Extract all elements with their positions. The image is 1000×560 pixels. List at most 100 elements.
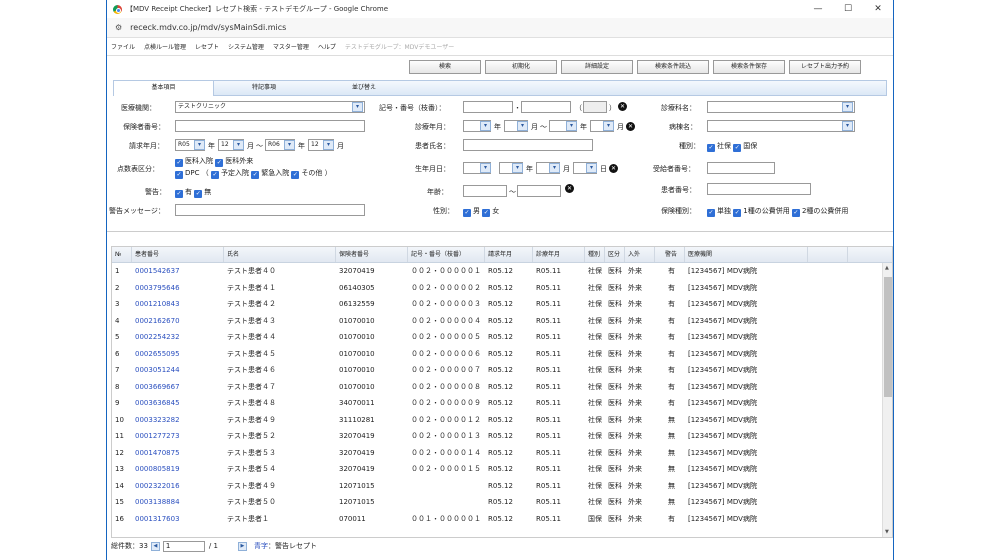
col-header-symbol[interactable]: 記号・番号（枝番） <box>408 247 485 262</box>
col-header-insurer[interactable]: 保険者番号 <box>336 247 408 262</box>
chevron-down-icon[interactable]: ▾ <box>586 163 597 173</box>
menu-help[interactable]: ヘルプ <box>318 42 336 51</box>
close-icon[interactable]: ✕ <box>863 4 893 14</box>
table-row[interactable]: 3 0001210843 テスト患者４２ 06132559 ００２・０００００３ R05.… <box>112 296 892 313</box>
scroll-down-icon[interactable]: ▼ <box>885 529 889 535</box>
table-row[interactable]: 6 0002655095 テスト患者４５ 01070010 ００２・０００００６ R05.… <box>112 346 892 363</box>
menu-file[interactable]: ファイル <box>111 42 135 51</box>
cell-patient-id[interactable]: 0002322016 <box>132 478 224 495</box>
chevron-down-icon[interactable]: ▾ <box>603 121 614 131</box>
maximize-icon[interactable]: ☐ <box>833 4 863 14</box>
detail-settings-button[interactable]: 詳細設定 <box>561 60 633 74</box>
tab-basic[interactable]: 基本項目 <box>114 81 214 96</box>
col-header-patient-id[interactable]: 患者番号 <box>132 247 224 262</box>
vertical-scrollbar[interactable]: ▲ ▼ <box>882 263 892 537</box>
scroll-up-icon[interactable]: ▲ <box>885 265 889 271</box>
chevron-down-icon[interactable]: ▾ <box>842 102 853 112</box>
number-input[interactable] <box>521 101 571 113</box>
check-icon[interactable]: ✓ <box>707 209 715 217</box>
check-icon[interactable]: ✓ <box>291 171 300 179</box>
cell-patient-id[interactable]: 0003138884 <box>132 494 224 511</box>
insurer-input[interactable] <box>175 120 365 132</box>
table-row[interactable]: 11 0001277273 テスト患者５２ 32070419 ００２・００００１３ R05… <box>112 428 892 445</box>
table-row[interactable]: 14 0002322016 テスト患者４９ 12071015 R05.12 R05.11 社… <box>112 478 892 495</box>
chevron-down-icon[interactable]: ▾ <box>842 121 853 131</box>
table-row[interactable]: 13 0000805819 テスト患者５４ 32070419 ００２・００００１５ R05… <box>112 461 892 478</box>
institution-select[interactable]: テストクリニック <box>175 101 365 113</box>
age-from-input[interactable] <box>463 185 507 197</box>
cell-patient-id[interactable]: 0002162670 <box>132 313 224 330</box>
cell-patient-id[interactable]: 0000805819 <box>132 461 224 478</box>
check-icon[interactable]: ✓ <box>707 144 715 152</box>
col-header-no[interactable]: № <box>112 247 132 262</box>
col-header-billing[interactable]: 請求年月 <box>485 247 533 262</box>
check-icon[interactable]: ✓ <box>175 171 183 179</box>
cell-patient-id[interactable]: 0003636845 <box>132 395 224 412</box>
menu-receipt[interactable]: レセプト <box>195 42 219 51</box>
table-row[interactable]: 7 0003051244 テスト患者４６ 01070010 ００２・０００００７ R05.… <box>112 362 892 379</box>
cell-patient-id[interactable]: 0002655095 <box>132 346 224 363</box>
cell-patient-id[interactable]: 0003323282 <box>132 412 224 429</box>
col-header-class[interactable]: 区分 <box>605 247 625 262</box>
scroll-thumb[interactable] <box>884 277 892 397</box>
chevron-down-icon[interactable]: ▾ <box>512 163 523 173</box>
load-conditions-button[interactable]: 検索条件読込 <box>637 60 709 74</box>
check-icon[interactable]: ✓ <box>733 144 742 152</box>
cell-patient-id[interactable]: 0001470875 <box>132 445 224 462</box>
chevron-down-icon[interactable]: ▾ <box>352 102 363 112</box>
chevron-down-icon[interactable]: ▾ <box>566 121 577 131</box>
symbol-input[interactable] <box>463 101 513 113</box>
table-row[interactable]: 12 0001470875 テスト患者５３ 32070419 ００２・００００１４ R05… <box>112 445 892 462</box>
table-row[interactable]: 15 0003138884 テスト患者５０ 12071015 R05.12 R05.11 社… <box>112 494 892 511</box>
chevron-down-icon[interactable]: ▾ <box>194 140 205 150</box>
patient-no-input[interactable] <box>707 183 811 195</box>
cell-patient-id[interactable]: 0001542637 <box>132 263 224 280</box>
chevron-down-icon[interactable]: ▾ <box>284 140 295 150</box>
check-icon[interactable]: ✓ <box>215 159 224 167</box>
minimize-icon[interactable]: — <box>803 4 833 14</box>
check-icon[interactable]: ✓ <box>251 171 260 179</box>
clear-icon[interactable]: ✕ <box>565 184 574 193</box>
chevron-down-icon[interactable]: ▾ <box>323 140 334 150</box>
clear-icon[interactable]: ✕ <box>618 102 627 111</box>
chevron-down-icon[interactable]: ▾ <box>233 140 244 150</box>
chevron-down-icon[interactable]: ▾ <box>517 121 528 131</box>
col-header-type[interactable]: 種別 <box>585 247 605 262</box>
tab-sort[interactable]: 並び替え <box>314 81 414 95</box>
table-row[interactable]: 16 0001317603 テスト患者１ 070011 ００１・０００００１ R05.12… <box>112 511 892 528</box>
check-icon[interactable]: ✓ <box>194 190 203 198</box>
menu-master[interactable]: マスター管理 <box>273 42 309 51</box>
tab-special[interactable]: 特記事項 <box>214 81 314 95</box>
check-icon[interactable]: ✓ <box>175 159 183 167</box>
col-header-inout[interactable]: 入外 <box>625 247 655 262</box>
save-conditions-button[interactable]: 検索条件保存 <box>713 60 785 74</box>
branch-input[interactable] <box>583 101 607 113</box>
col-header-institution[interactable]: 医療機関 <box>685 247 808 262</box>
dept-select[interactable] <box>707 101 855 113</box>
warning-message-input[interactable] <box>175 204 365 216</box>
cell-patient-id[interactable]: 0002254232 <box>132 329 224 346</box>
ward-select[interactable] <box>707 120 855 132</box>
cell-patient-id[interactable]: 0003051244 <box>132 362 224 379</box>
patient-name-input[interactable] <box>463 139 593 151</box>
check-icon[interactable]: ✓ <box>791 209 800 217</box>
cell-patient-id[interactable]: 0003795646 <box>132 280 224 297</box>
check-icon[interactable]: ✓ <box>175 190 183 198</box>
table-row[interactable]: 2 0003795646 テスト患者４１ 06140305 ００２・０００００２ R05.… <box>112 280 892 297</box>
cell-patient-id[interactable]: 0001277273 <box>132 428 224 445</box>
recipient-input[interactable] <box>707 162 775 174</box>
clear-icon[interactable]: ✕ <box>609 164 618 173</box>
check-icon[interactable]: ✓ <box>210 171 219 179</box>
col-header-treatment[interactable]: 診療年月 <box>533 247 585 262</box>
col-header-warning[interactable]: 警告 <box>655 247 685 262</box>
table-row[interactable]: 1 0001542637 テスト患者４０ 32070419 ００２・０００００１ R05.… <box>112 263 892 280</box>
age-to-input[interactable] <box>517 185 561 197</box>
check-icon[interactable]: ✓ <box>463 209 471 217</box>
next-page-icon[interactable]: ▶ <box>237 541 247 551</box>
cell-patient-id[interactable]: 0003669667 <box>132 379 224 396</box>
table-row[interactable]: 5 0002254232 テスト患者４４ 01070010 ００２・０００００５ R05.… <box>112 329 892 346</box>
table-row[interactable]: 10 0003323282 テスト患者４９ 31110281 ００２・００００１２ R05… <box>112 412 892 429</box>
check-icon[interactable]: ✓ <box>482 209 491 217</box>
search-button[interactable]: 検索 <box>409 60 481 74</box>
cell-patient-id[interactable]: 0001317603 <box>132 511 224 528</box>
